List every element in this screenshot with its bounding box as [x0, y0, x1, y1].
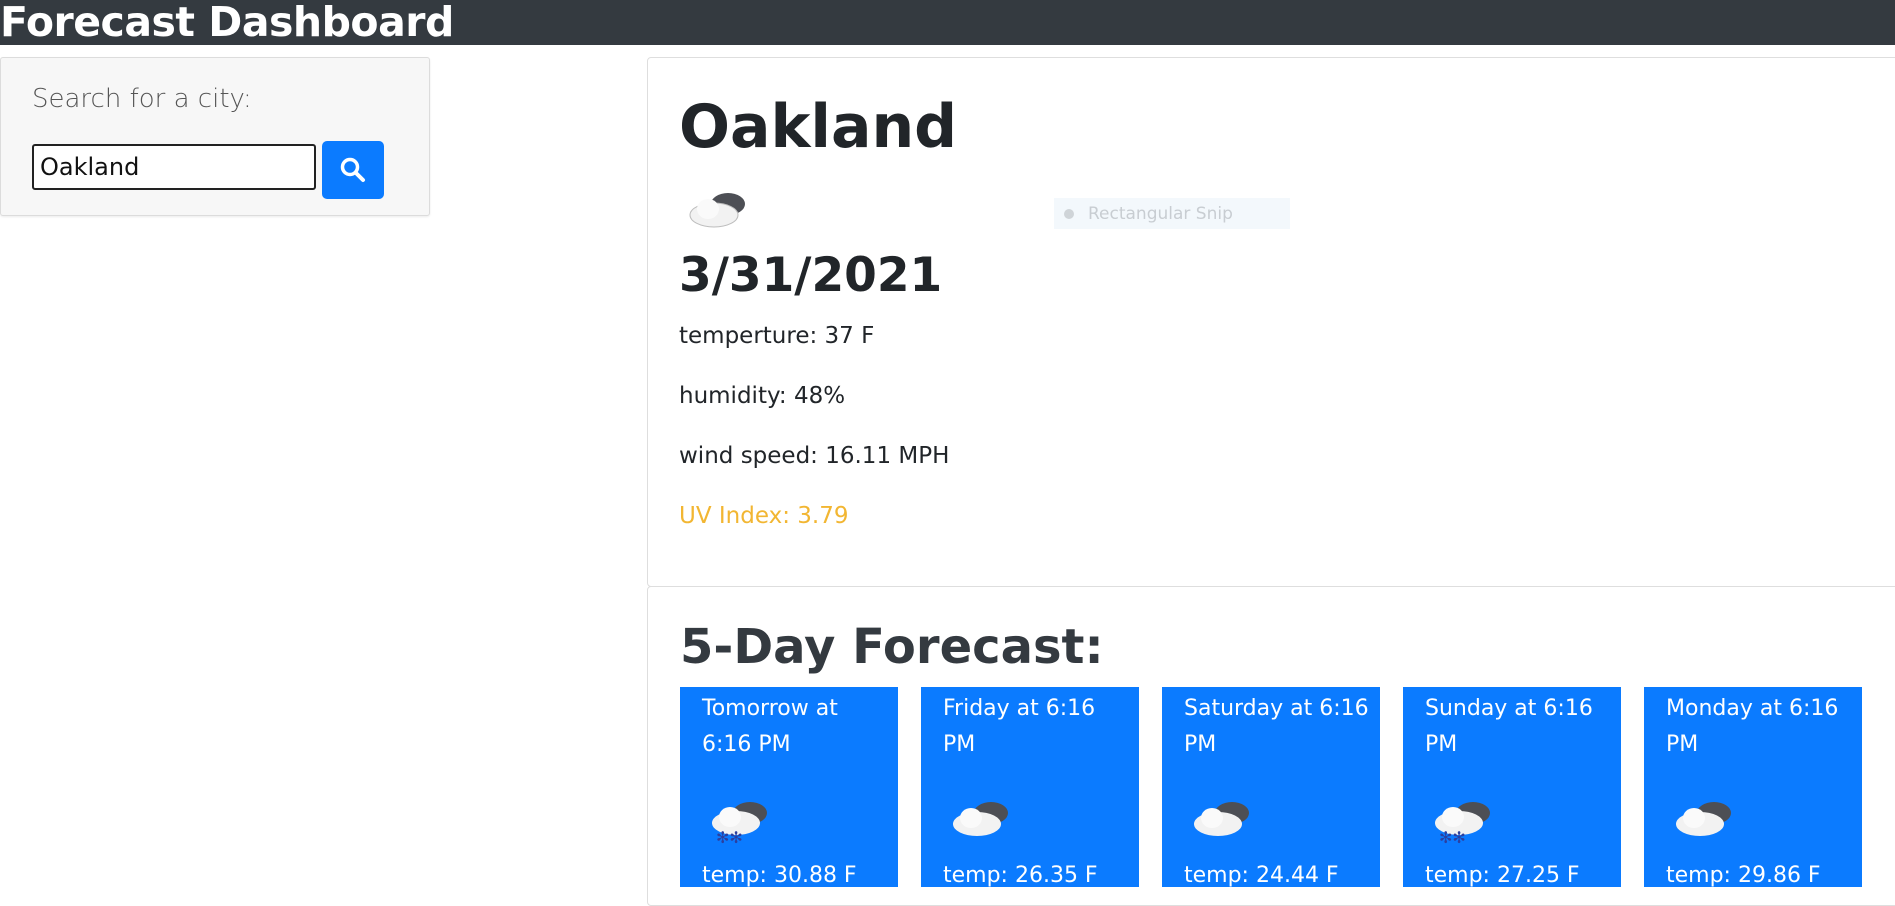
forecast-card: 5-Day Forecast: Tomorrow at 6:16 PM ✻✻ t…	[647, 586, 1895, 906]
forecast-day-temp: temp: 26.35 F	[943, 863, 1098, 888]
forecast-day-temp: temp: 24.44 F	[1184, 863, 1339, 888]
forecast-day-card: Sunday at 6:16 PM ✻✻ temp: 27.25 F	[1403, 687, 1621, 888]
wind-speed-text: wind speed: 16.11 MPH	[679, 443, 950, 469]
snow-cloud-icon: ✻✻	[712, 802, 767, 845]
search-input[interactable]	[32, 144, 316, 190]
forecast-day-label: Saturday at 6:16 PM	[1184, 696, 1369, 757]
search-label: Search for a city:	[32, 84, 252, 114]
page-title: Forecast Dashboard	[0, 0, 454, 46]
temperature-text: temperture: 37 F	[679, 323, 875, 349]
forecast-day-label: Tomorrow at 6:16 PM	[702, 696, 838, 757]
forecast-day-card: Friday at 6:16 PM temp: 26.35 F	[921, 687, 1139, 888]
forecast-title: 5-Day Forecast:	[680, 619, 1104, 675]
forecast-day-card: Tomorrow at 6:16 PM ✻✻ temp: 30.88 F	[680, 687, 898, 888]
snow-cloud-icon: ✻✻	[1435, 802, 1490, 845]
current-weather-card: Oakland Rectangular Snip 3/31/2021 tempe…	[647, 57, 1895, 587]
forecast-day-temp: temp: 29.86 F	[1666, 863, 1821, 888]
forecast-day-card: Monday at 6:16 PM temp: 29.86 F	[1644, 687, 1862, 888]
search-icon	[340, 157, 365, 182]
forecast-day-temp: temp: 27.25 F	[1425, 863, 1580, 888]
uv-index-text: UV Index: 3.79	[679, 503, 849, 529]
cloudy-icon	[689, 193, 745, 228]
svg-text:✻✻: ✻✻	[1439, 828, 1466, 845]
snip-dot-icon	[1064, 208, 1074, 219]
search-panel: Search for a city:	[0, 57, 430, 216]
city-name: Oakland	[679, 92, 958, 162]
forecast-day-label: Monday at 6:16 PM	[1666, 696, 1839, 757]
cloudy-icon	[953, 802, 1008, 836]
svg-text:✻✻: ✻✻	[716, 828, 743, 845]
snip-label: Rectangular Snip	[1088, 203, 1233, 224]
forecast-day-label: Sunday at 6:16 PM	[1425, 696, 1593, 757]
cloudy-icon	[1676, 802, 1731, 836]
search-button[interactable]	[322, 141, 384, 199]
forecast-day-label: Friday at 6:16 PM	[943, 696, 1096, 757]
top-bar: Forecast Dashboard	[0, 0, 1895, 46]
current-date: 3/31/2021	[679, 248, 943, 303]
humidity-text: humidity: 48%	[679, 383, 846, 409]
cloudy-icon	[1194, 802, 1249, 836]
forecast-day-temp: temp: 30.88 F	[702, 863, 857, 888]
snip-tooltip: Rectangular Snip	[1054, 198, 1290, 229]
forecast-day-card: Saturday at 6:16 PM temp: 24.44 F	[1162, 687, 1380, 888]
